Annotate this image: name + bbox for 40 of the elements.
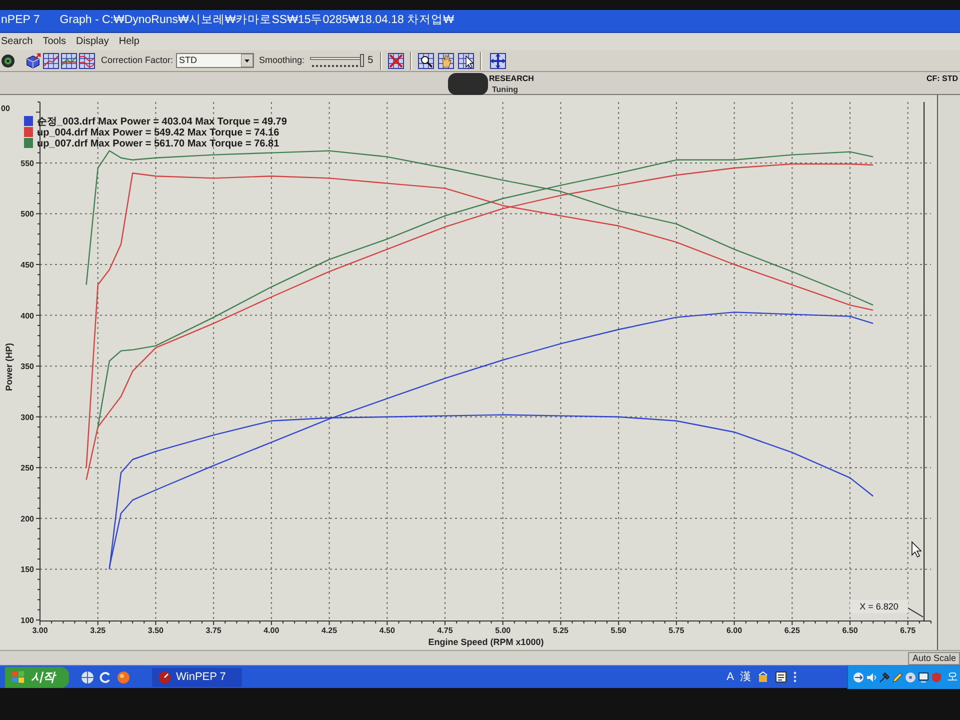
window-title: Graph - C:₩DynoRuns₩시보레₩카마로SS₩15두0285₩18.04.18 차저업₩ <box>60 13 454 28</box>
x-tick-label: 6.25 <box>784 626 800 635</box>
header-title: RESEARCH <box>489 75 534 83</box>
x-tick-label: 5.25 <box>552 626 568 635</box>
x-tick-label: 6.75 <box>900 626 916 635</box>
smoothing-label: Smoothing: <box>259 54 305 67</box>
x-tick-label: 3.00 <box>32 626 48 635</box>
status-text: Auto Scale <box>908 652 960 664</box>
y-tick-label: 300 <box>20 412 34 422</box>
app-name: nPEP 7 <box>1 13 40 28</box>
clock-text: 오 <box>947 672 958 682</box>
y-tick-label: 350 <box>20 362 34 372</box>
header-subtitle: Tuning <box>492 86 518 94</box>
y-tick-label: 400 <box>20 311 34 320</box>
y-tick-label: 150 <box>20 565 34 574</box>
correction-factor-label: Correction Factor: <box>101 54 174 67</box>
y-tick-label: 450 <box>20 260 34 270</box>
y-axis-title: Power (HP) <box>4 343 14 391</box>
x-tick-label: 5.50 <box>610 626 626 635</box>
correction-readout: CF: STD <box>926 75 958 83</box>
x-tick-label: 3.75 <box>206 626 222 635</box>
x-tick-label: 5.75 <box>668 626 684 635</box>
y-tick-label: 100 <box>20 616 34 625</box>
y-tick-label: 200 <box>20 514 34 524</box>
x-tick-label: 3.25 <box>90 626 106 635</box>
y-tick-label: 00 <box>1 104 10 113</box>
x-tick-label: 5.00 <box>495 626 511 635</box>
y-tick-label: 550 <box>20 158 34 168</box>
smoothing-value: 5 <box>368 54 374 68</box>
x-tick-label: 4.75 <box>437 626 453 635</box>
cursor-readout: X = 6.820 <box>850 600 908 613</box>
x-tick-label: 3.50 <box>148 626 164 635</box>
x-axis-title: Engine Speed (RPM x1000) <box>428 637 544 647</box>
y-tick-label: 250 <box>20 464 34 473</box>
y-tick-label: 500 <box>20 210 34 219</box>
x-tick-label: 6.00 <box>726 626 742 635</box>
x-tick-label: 6.50 <box>842 626 858 635</box>
x-tick-label: 4.50 <box>379 626 395 635</box>
x-tick-label: 4.25 <box>322 626 338 635</box>
x-tick-label: 4.00 <box>264 626 280 635</box>
